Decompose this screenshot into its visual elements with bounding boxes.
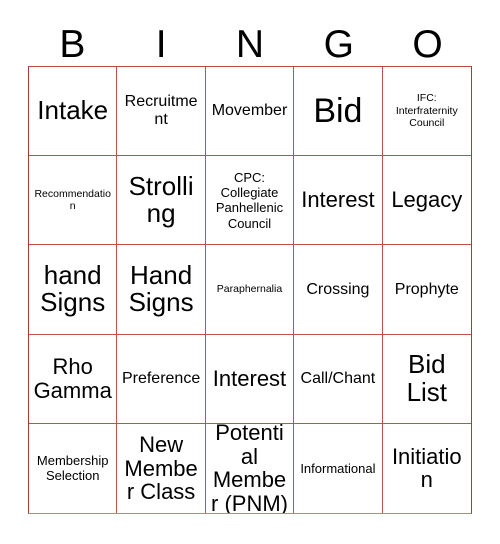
bingo-cell[interactable]: Rho Gamma bbox=[29, 334, 118, 424]
bingo-cell[interactable]: Preference bbox=[117, 334, 206, 424]
bingo-cell[interactable]: Intake bbox=[29, 67, 118, 157]
bingo-cell[interactable]: Strolling bbox=[117, 156, 206, 246]
bingo-cell-label: Bid List bbox=[406, 349, 448, 407]
bingo-cell-label: Initiation bbox=[391, 443, 462, 493]
bingo-header-letter-g: G bbox=[323, 23, 354, 66]
bingo-cell-label: Movember bbox=[211, 102, 288, 120]
bingo-cell-label: Preference bbox=[121, 369, 201, 387]
bingo-header-letter-n: N bbox=[235, 23, 265, 66]
bingo-cell[interactable]: Potential Member (PNM) bbox=[205, 423, 295, 513]
bingo-cell-label: CPC: Collegiate Panhellenic Council bbox=[215, 169, 284, 231]
bingo-header-row: B I N G O bbox=[28, 18, 472, 66]
bingo-cell-label: Strolling bbox=[128, 170, 194, 229]
bingo-cell-label: hand Signs bbox=[40, 259, 106, 318]
bingo-cell[interactable]: Interest bbox=[294, 156, 383, 246]
bingo-cell[interactable]: Recruitment bbox=[117, 67, 206, 157]
bingo-header-letter-o: O bbox=[412, 23, 443, 66]
bingo-cell-label: Rho Gamma bbox=[33, 353, 112, 403]
bingo-cell-label: Crossing bbox=[306, 280, 370, 298]
bingo-cell[interactable]: Legacy bbox=[382, 156, 471, 246]
bingo-cell[interactable]: New Member Class bbox=[117, 423, 206, 513]
bingo-cell[interactable]: Membership Selection bbox=[29, 423, 118, 513]
bingo-cell-label: Intake bbox=[37, 95, 109, 126]
bingo-header-letter-i: I bbox=[155, 23, 167, 66]
bingo-cell-label: Legacy bbox=[391, 187, 463, 213]
bingo-grid: Intake Recruitment Movember Bid IFC: Interfr… bbox=[28, 66, 472, 514]
bingo-header-letter-b: B bbox=[59, 23, 86, 66]
bingo-cell-label: Membership Selection bbox=[36, 453, 109, 484]
bingo-cell-label: New Member Class bbox=[124, 431, 198, 505]
bingo-cell[interactable]: Prophyte bbox=[382, 245, 471, 335]
bingo-cell[interactable]: Bid bbox=[294, 67, 383, 157]
bingo-cell[interactable]: CPC: Collegiate Panhellenic Council bbox=[205, 156, 295, 246]
bingo-cell[interactable]: Recommendation bbox=[29, 156, 118, 246]
bingo-cell-label: Paraphernalia bbox=[216, 283, 283, 296]
bingo-cell-label: Call/Chant bbox=[300, 369, 376, 387]
bingo-cell[interactable]: Call/Chant bbox=[294, 334, 383, 424]
bingo-cell-label: Recommendation bbox=[34, 187, 111, 213]
bingo-cell[interactable]: IFC: Interfraternity Council bbox=[382, 67, 471, 157]
bingo-cell-label: Prophyte bbox=[394, 280, 459, 298]
bingo-cell-label: Recruitment bbox=[124, 93, 198, 129]
bingo-cell[interactable]: Hand Signs bbox=[117, 245, 206, 335]
bingo-cell[interactable]: Crossing bbox=[294, 245, 383, 335]
bingo-cell[interactable]: hand Signs bbox=[29, 245, 118, 335]
bingo-cell-label: IFC: Interfraternity Council bbox=[395, 92, 458, 130]
bingo-card: B I N G O Intake Recruitment Movember Bid IF… bbox=[0, 0, 500, 544]
bingo-cell-label: Informational bbox=[300, 460, 376, 476]
bingo-cell[interactable]: Initiation bbox=[382, 423, 471, 513]
bingo-cell-label: Hand Signs bbox=[128, 259, 194, 318]
bingo-cell[interactable]: Movember bbox=[205, 67, 295, 157]
bingo-cell-label: Interest bbox=[212, 365, 287, 391]
bingo-cell-label: Bid bbox=[313, 91, 363, 130]
bingo-cell-label: Interest bbox=[301, 187, 375, 213]
bingo-cell-label: Potential Member (PNM) bbox=[211, 423, 288, 513]
bingo-cell[interactable]: Bid List bbox=[382, 334, 471, 424]
bingo-cell[interactable]: Paraphernalia bbox=[205, 245, 295, 335]
bingo-cell[interactable]: Informational bbox=[294, 423, 383, 513]
bingo-cell[interactable]: Interest bbox=[205, 334, 295, 424]
